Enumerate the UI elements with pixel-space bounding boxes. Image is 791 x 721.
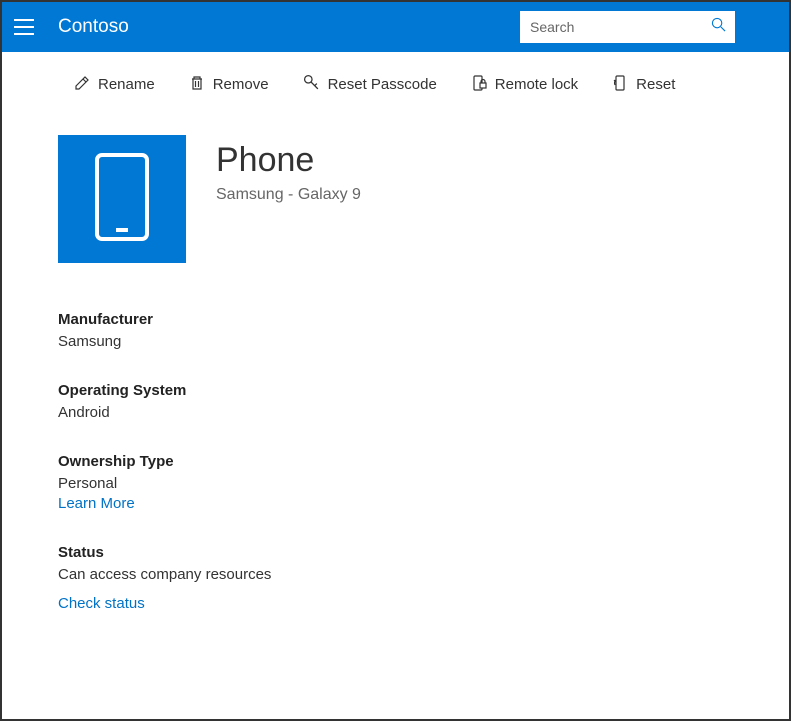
key-icon	[303, 74, 320, 95]
phone-icon	[94, 152, 150, 247]
status-label: Status	[58, 544, 733, 561]
status-value: Can access company resources	[58, 566, 733, 583]
device-subtitle: Samsung - Galaxy 9	[216, 186, 361, 204]
action-toolbar: Rename Remove Reset Passcode Remote lock	[2, 52, 789, 117]
pencil-icon	[74, 75, 90, 95]
manufacturer-label: Manufacturer	[58, 311, 733, 328]
rename-button[interactable]: Rename	[74, 75, 155, 95]
reset-button[interactable]: Reset	[612, 75, 675, 95]
trash-icon	[189, 75, 205, 95]
device-header: Phone Samsung - Galaxy 9	[58, 135, 733, 263]
remove-label: Remove	[213, 76, 269, 93]
device-details: Phone Samsung - Galaxy 9 Manufacturer Sa…	[2, 117, 789, 664]
manufacturer-value: Samsung	[58, 333, 733, 350]
os-value: Android	[58, 404, 733, 421]
learn-more-link[interactable]: Learn More	[58, 495, 733, 512]
device-name: Phone	[216, 141, 361, 180]
os-section: Operating System Android	[58, 382, 733, 421]
lock-phone-icon	[471, 75, 487, 95]
reset-passcode-label: Reset Passcode	[328, 76, 437, 93]
brand-title: Contoso	[58, 16, 520, 38]
app-header: Contoso	[2, 2, 789, 52]
status-section: Status Can access company resources Chec…	[58, 544, 733, 612]
ownership-label: Ownership Type	[58, 453, 733, 470]
rename-label: Rename	[98, 76, 155, 93]
remote-lock-label: Remote lock	[495, 76, 578, 93]
device-title-block: Phone Samsung - Galaxy 9	[216, 135, 361, 204]
ownership-section: Ownership Type Personal Learn More	[58, 453, 733, 512]
reset-passcode-button[interactable]: Reset Passcode	[303, 74, 437, 95]
remote-lock-button[interactable]: Remote lock	[471, 75, 578, 95]
os-label: Operating System	[58, 382, 733, 399]
manufacturer-section: Manufacturer Samsung	[58, 311, 733, 350]
search-input[interactable]	[530, 19, 711, 35]
remove-button[interactable]: Remove	[189, 75, 269, 95]
reset-icon	[612, 75, 628, 95]
search-box[interactable]	[520, 11, 735, 43]
menu-icon[interactable]	[14, 13, 42, 41]
check-status-link[interactable]: Check status	[58, 595, 733, 612]
search-icon[interactable]	[711, 17, 726, 37]
device-tile	[58, 135, 186, 263]
ownership-value: Personal	[58, 475, 733, 492]
reset-label: Reset	[636, 76, 675, 93]
